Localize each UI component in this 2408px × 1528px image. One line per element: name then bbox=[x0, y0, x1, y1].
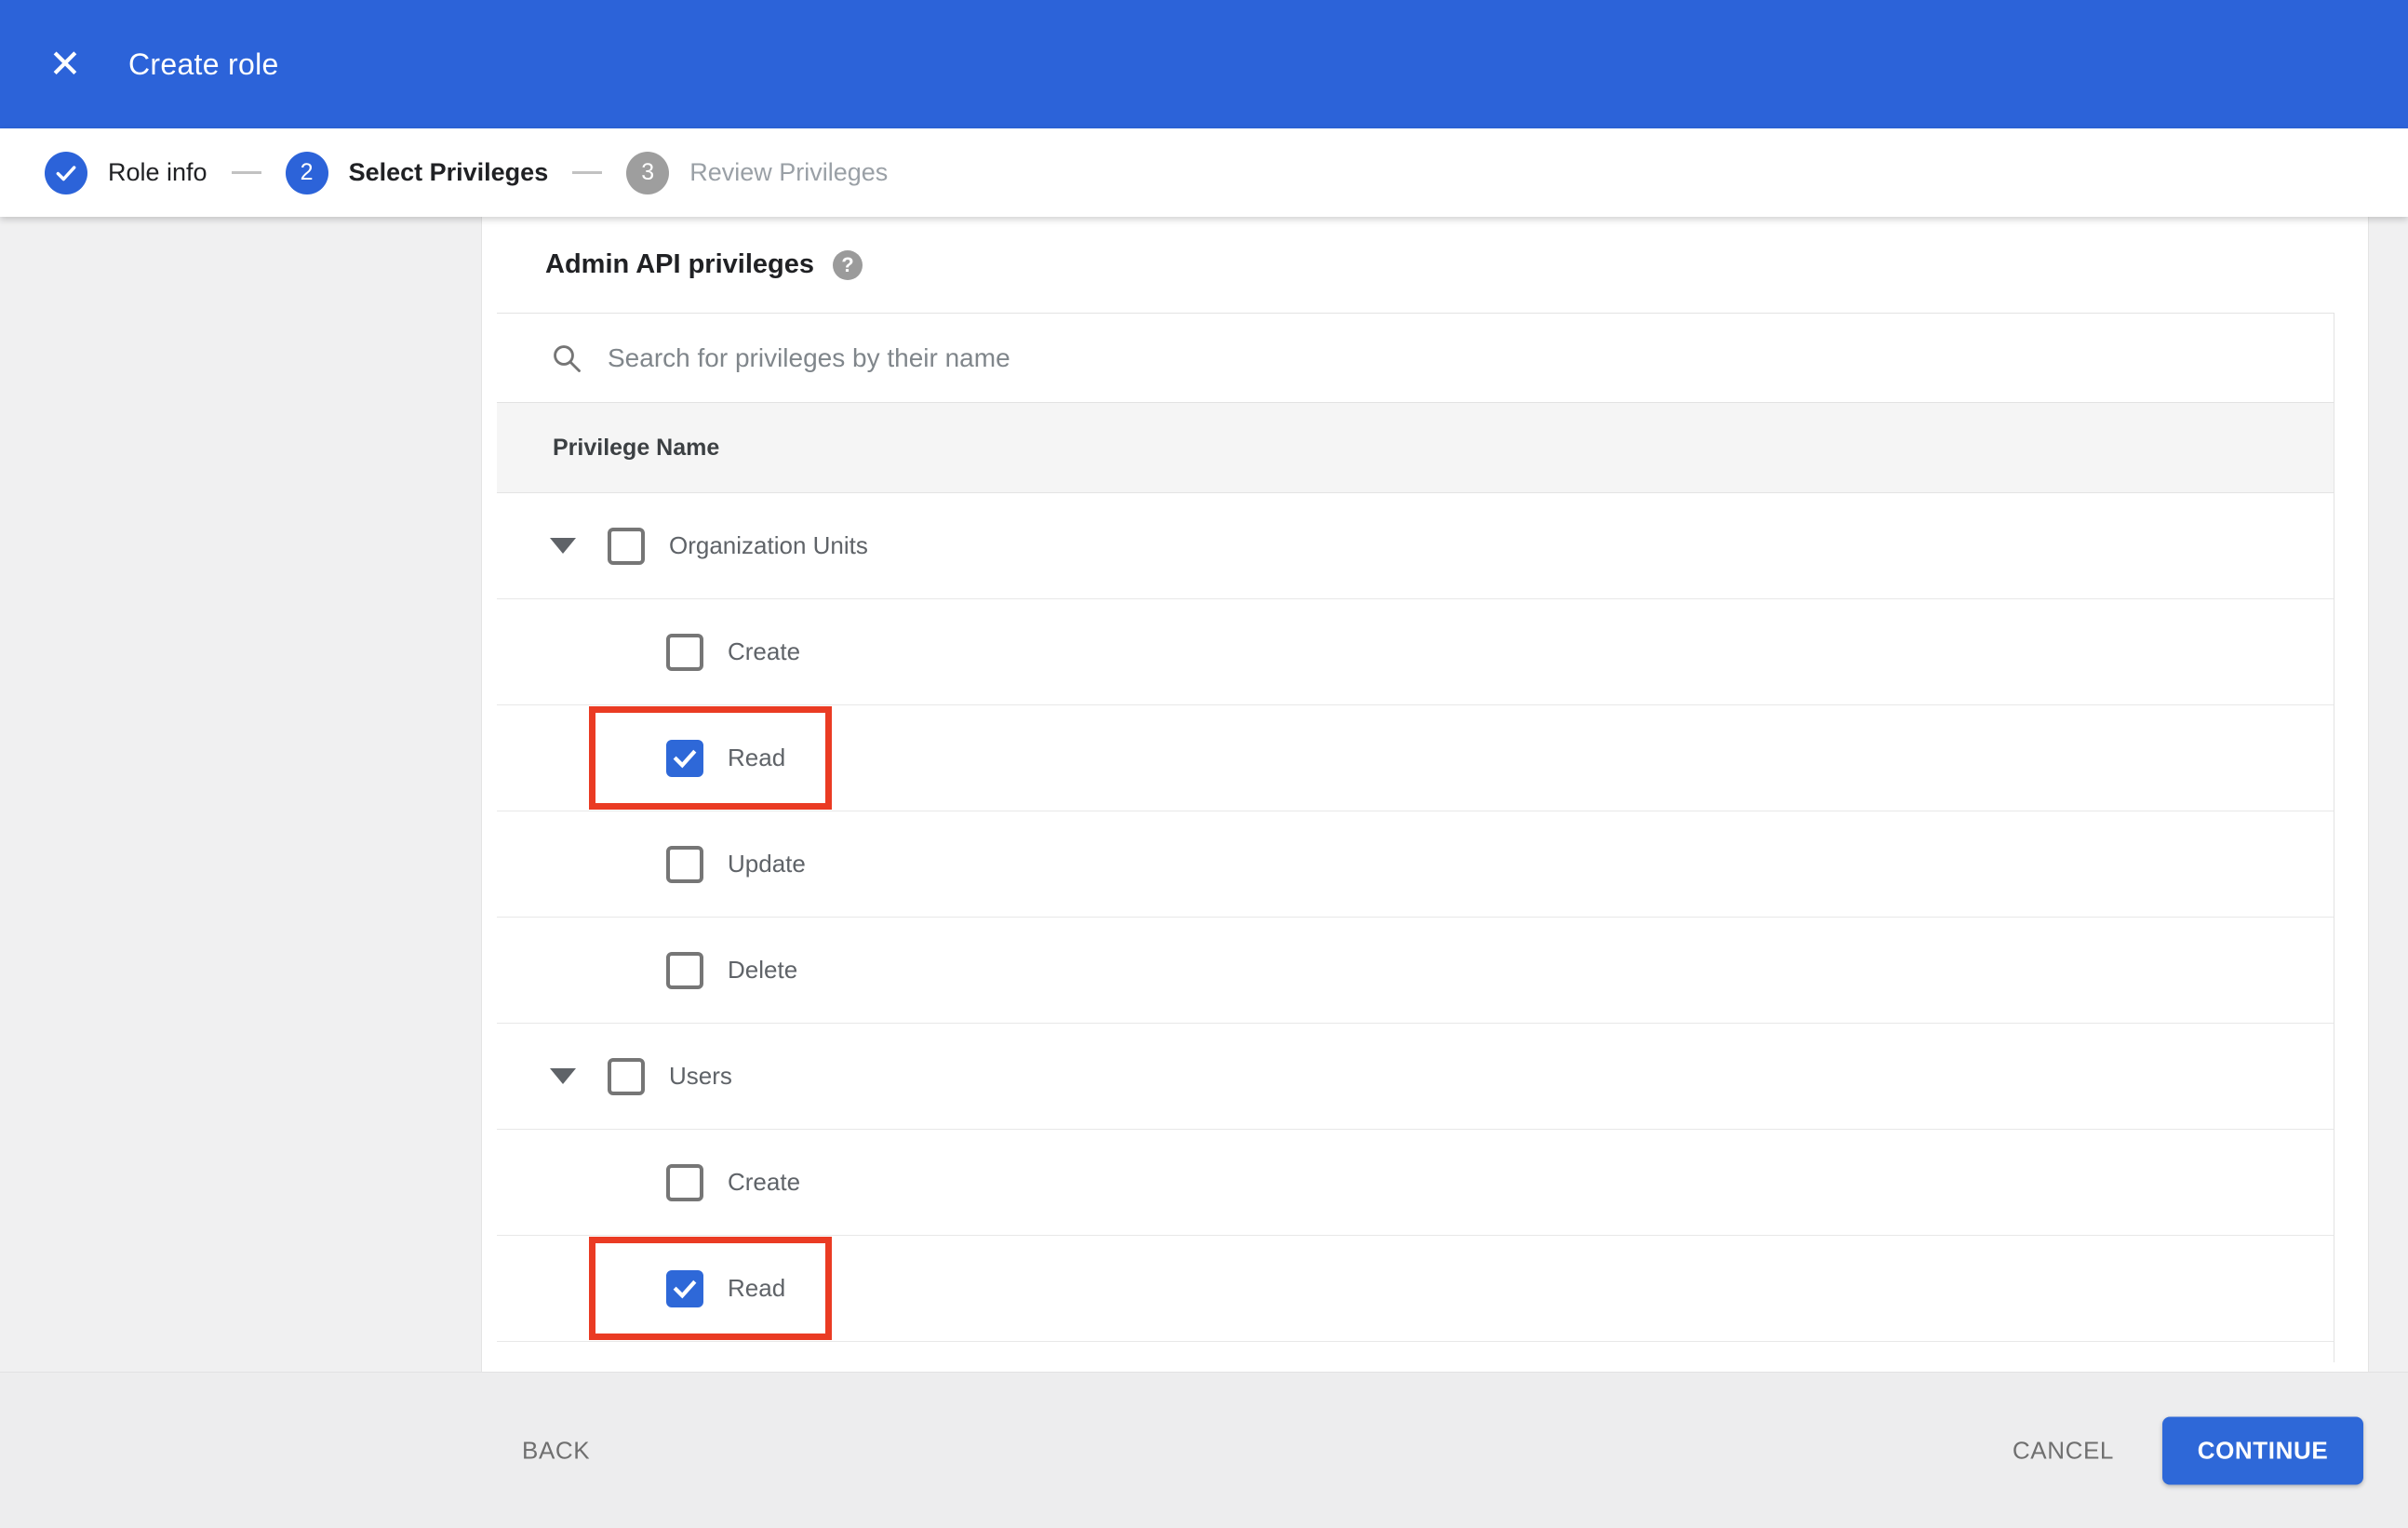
row-label: Create bbox=[728, 1168, 801, 1196]
checkbox-create[interactable] bbox=[666, 633, 703, 671]
group-row-users[interactable]: Users bbox=[497, 1024, 2334, 1130]
collapse-triangle-icon[interactable] bbox=[550, 538, 576, 554]
highlight-box bbox=[589, 1237, 832, 1340]
search-input[interactable] bbox=[608, 342, 1910, 373]
row-label: Read bbox=[728, 1274, 786, 1302]
table-header: Privilege Name bbox=[497, 403, 2334, 493]
step-number: 3 bbox=[626, 151, 670, 194]
stepper: Role info 2 Select Privileges 3 Review P… bbox=[0, 128, 2408, 217]
step-label: Role info bbox=[108, 158, 207, 186]
step-role-info[interactable]: Role info bbox=[45, 151, 207, 194]
checkbox-users[interactable] bbox=[608, 1057, 645, 1095]
partial-row bbox=[497, 1342, 2334, 1362]
privilege-row-create[interactable]: Create bbox=[497, 1130, 2334, 1236]
checkbox-update[interactable] bbox=[666, 845, 703, 883]
row-label: Users bbox=[669, 1062, 732, 1090]
search-icon bbox=[554, 344, 581, 372]
step-review-privileges[interactable]: 3 Review Privileges bbox=[626, 151, 889, 194]
privilege-row-delete[interactable]: Delete bbox=[497, 918, 2334, 1024]
table-header-label: Privilege Name bbox=[553, 434, 720, 461]
step-complete-check-icon bbox=[45, 151, 87, 194]
privileges-table: Privilege Name Organization Units Create… bbox=[497, 313, 2334, 1362]
step-select-privileges[interactable]: 2 Select Privileges bbox=[285, 151, 549, 194]
row-label: Create bbox=[728, 637, 801, 665]
privilege-row-read[interactable]: Read bbox=[497, 1236, 2334, 1342]
step-label: Select Privileges bbox=[348, 158, 549, 186]
privilege-row-update[interactable]: Update bbox=[497, 811, 2334, 918]
step-label: Review Privileges bbox=[689, 158, 889, 186]
privilege-row-create[interactable]: Create bbox=[497, 599, 2334, 705]
row-label: Update bbox=[728, 850, 806, 878]
checkbox-delete[interactable] bbox=[666, 951, 703, 989]
checkbox-create[interactable] bbox=[666, 1163, 703, 1201]
cancel-button[interactable]: CANCEL bbox=[2013, 1436, 2114, 1465]
group-row-organization-units[interactable]: Organization Units bbox=[497, 493, 2334, 599]
section-header: Admin API privileges ? bbox=[482, 217, 2368, 313]
step-connector bbox=[231, 171, 261, 174]
page-title: Create role bbox=[128, 47, 279, 81]
row-label: Organization Units bbox=[669, 531, 868, 559]
privileges-panel: Admin API privileges ? Privilege Name Or… bbox=[481, 217, 2369, 1372]
collapse-triangle-icon[interactable] bbox=[550, 1068, 576, 1084]
help-icon[interactable]: ? bbox=[833, 249, 863, 280]
search-row bbox=[497, 314, 2334, 403]
section-title: Admin API privileges bbox=[545, 249, 814, 279]
privilege-row-read[interactable]: Read bbox=[497, 705, 2334, 811]
highlight-box bbox=[589, 706, 832, 810]
footer-actions: CANCEL CONTINUE bbox=[2013, 1416, 2363, 1484]
app-bar: ✕ Create role bbox=[0, 0, 2408, 128]
row-label: Delete bbox=[728, 956, 798, 984]
continue-button[interactable]: CONTINUE bbox=[2162, 1416, 2363, 1484]
checkbox-organization-units[interactable] bbox=[608, 527, 645, 565]
footer-bar: BACK CANCEL CONTINUE bbox=[0, 1372, 2408, 1528]
row-label: Read bbox=[728, 744, 786, 771]
check-icon bbox=[673, 749, 697, 768]
step-number: 2 bbox=[285, 151, 328, 194]
checkbox-read-checked[interactable] bbox=[666, 1269, 703, 1307]
checkbox-read-checked[interactable] bbox=[666, 739, 703, 777]
step-connector bbox=[572, 171, 603, 174]
check-icon bbox=[673, 1280, 697, 1298]
back-button[interactable]: BACK bbox=[522, 1436, 590, 1465]
close-icon[interactable]: ✕ bbox=[37, 36, 93, 92]
